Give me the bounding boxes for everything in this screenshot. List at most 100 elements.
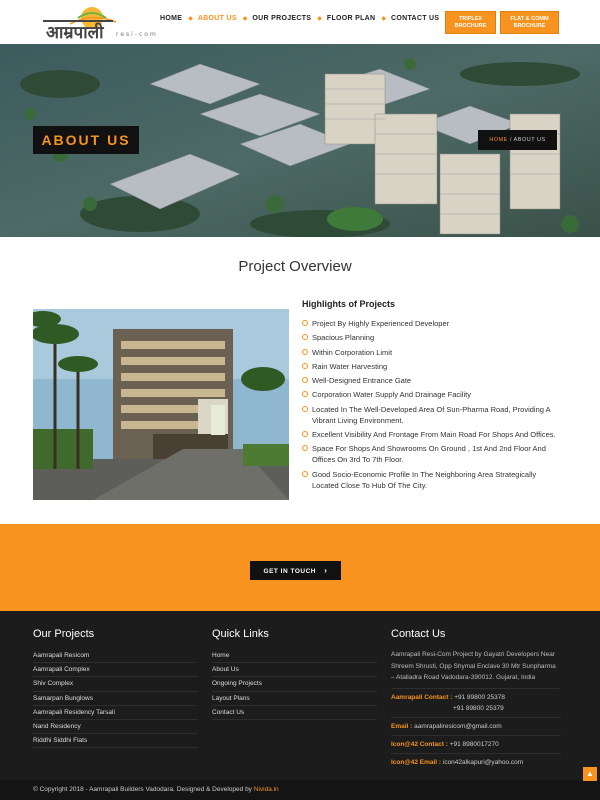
footer-project-link[interactable]: Nand Residency	[33, 720, 198, 735]
icon42-email-line: Icon@42 Email : icon42alkapuri@yahoo.com	[391, 754, 561, 771]
footer-project-link[interactable]: Aamrapali Residency Tarsali	[33, 706, 198, 720]
footer-quick-link[interactable]: Ongoing Projects	[212, 677, 377, 692]
list-item: Located In The Well-Developed Area Of Su…	[302, 404, 562, 426]
contact-label: Aamrapali Contact :	[391, 693, 453, 701]
list-item: Rain Water Harvesting	[302, 361, 562, 372]
project-building-image	[33, 309, 289, 500]
highlight-text: Corporation Water Supply And Drainage Fa…	[312, 390, 471, 400]
circle-bullet-icon	[302, 470, 308, 477]
footer-quick-link[interactable]: About Us	[212, 663, 377, 678]
list-item: Excellent Visibility And Frontage From M…	[302, 429, 562, 440]
brochure-line2: BROCHURE	[454, 23, 487, 29]
highlight-text: Space For Shops And Showrooms On Ground …	[312, 444, 546, 465]
nav-separator-icon: ◆	[242, 16, 248, 22]
footer-project-link[interactable]: Aamrapali Complex	[33, 663, 198, 678]
copyright-text: © Copyright 2018 - Aamrapali Builders Va…	[33, 786, 279, 793]
circle-bullet-icon	[302, 334, 308, 341]
footer-projects-title: Our Projects	[33, 628, 95, 640]
highlight-text: Within Corporation Limit	[312, 347, 393, 357]
footer-project-link[interactable]: Shiv Complex	[33, 677, 198, 692]
breadcrumb-current: ABOUT US	[513, 137, 546, 143]
get-in-touch-label: GET IN TOUCH	[263, 568, 316, 575]
icon42-email-label: Icon@42 Email :	[391, 758, 442, 766]
footer-project-link[interactable]: Riddhi Siddhi Flats	[33, 734, 198, 749]
nav-contact-us[interactable]: CONTACT US	[391, 15, 439, 22]
brochure-line2: BROCHURE	[513, 23, 546, 29]
get-in-touch-button[interactable]: GET IN TOUCH ›	[250, 561, 341, 580]
footer-project-link[interactable]: Aamrapali Resicom	[33, 649, 198, 664]
site-footer: Our Projects Aamrapali Resicom Aamrapali…	[0, 611, 600, 800]
circle-bullet-icon	[302, 405, 308, 412]
list-item: Within Corporation Limit	[302, 347, 562, 358]
nav-about-us[interactable]: ABOUT US	[198, 15, 237, 22]
footer-contact-title: Contact Us	[391, 628, 446, 640]
footer-links-title: Quick Links	[212, 628, 269, 640]
list-item: Well-Designed Entrance Gate	[302, 375, 562, 386]
footer-quick-link[interactable]: Home	[212, 649, 377, 664]
circle-bullet-icon	[302, 362, 308, 369]
phone-number[interactable]: +91 89800 25379	[453, 705, 504, 712]
icon42-contact-label: Icon@42 Contact :	[391, 740, 448, 748]
highlight-text: Project By Highly Experienced Developer	[312, 319, 450, 328]
list-item: Spacious Planning	[302, 332, 562, 343]
copyright-bar: © Copyright 2018 - Aamrapali Builders Va…	[0, 780, 600, 800]
brochure-line1: TRIPLEX	[458, 16, 483, 22]
chevron-up-icon: ▲	[586, 769, 594, 778]
footer-contact: Contact Us Aamrapali Resi-Com Project by…	[391, 628, 561, 771]
highlight-text: Excellent Visibility And Frontage From M…	[312, 430, 556, 440]
triplex-brochure-button[interactable]: TRIPLEX BROCHURE	[445, 11, 496, 34]
nav-home[interactable]: HOME	[160, 15, 182, 22]
building-photo	[33, 309, 289, 500]
copyright-label: © Copyright 2018 - Aamrapali Builders Va…	[33, 786, 252, 793]
list-item: Good Socio-Economic Profile In The Neigh…	[302, 469, 562, 491]
highlight-text: Well-Designed Entrance Gate	[312, 376, 412, 386]
circle-bullet-icon	[302, 320, 308, 326]
section-title: Project Overview	[238, 258, 352, 275]
nav-separator-icon: ◆	[188, 16, 193, 22]
footer-project-link[interactable]: Samarpan Bunglows	[33, 692, 198, 706]
email-address[interactable]: icon42alkapuri@yahoo.com	[443, 759, 523, 766]
main-nav: HOME ◆ ABOUT US ◆ OUR PROJECTS ◆ FLOOR P…	[160, 15, 439, 22]
contact-address: Aamrapali Resi-Com Project by Gayatri De…	[391, 649, 559, 689]
nav-floor-plan[interactable]: FLOOR PLAN	[327, 15, 376, 22]
logo-text: आम्रपाली	[46, 23, 104, 43]
site-logo[interactable]: आम्रपाली resi-com	[40, 4, 160, 43]
list-item: Project By Highly Experienced Developer	[302, 318, 562, 329]
highlights-list: Project By Highly Experienced Developer …	[302, 318, 562, 494]
highlight-text: Good Socio-Economic Profile In The Neigh…	[312, 469, 537, 490]
highlights-title: Highlights of Projects	[302, 299, 396, 309]
hero-banner: ABOUT US HOME / ABOUT US	[0, 44, 600, 237]
email-address[interactable]: aamrapaliresicom@gmail.com	[414, 723, 502, 730]
chevron-right-icon: ›	[324, 566, 328, 575]
footer-quick-link[interactable]: Layout Plans	[212, 692, 377, 706]
contact-email-line: Email : aamrapaliresicom@gmail.com	[391, 718, 561, 736]
circle-bullet-icon	[302, 445, 308, 452]
icon42-contact-line: Icon@42 Contact : +91 8980017270	[391, 736, 561, 754]
flat-comm-brochure-button[interactable]: FLAT & COMM BROCHURE	[500, 11, 559, 34]
list-item: Corporation Water Supply And Drainage Fa…	[302, 389, 562, 400]
page-title: ABOUT US	[33, 126, 139, 154]
highlight-text: Spacious Planning	[312, 333, 375, 343]
nav-our-projects[interactable]: OUR PROJECTS	[252, 15, 311, 22]
logo-subtitle: resi-com	[116, 31, 158, 38]
breadcrumb-separator: /	[509, 137, 512, 143]
footer-quick-link[interactable]: Contact Us	[212, 706, 377, 720]
phone-number[interactable]: +91 8980017270	[450, 741, 499, 748]
phone-number[interactable]: +91 89800 25378	[454, 694, 505, 701]
circle-bullet-icon	[302, 348, 308, 355]
developer-link[interactable]: Nivida.in	[254, 786, 279, 793]
email-label: Email :	[391, 722, 413, 730]
breadcrumb-home-link[interactable]: HOME	[489, 137, 508, 143]
footer-quick-links: Quick Links Home About Us Ongoing Projec…	[212, 628, 377, 720]
site-header: आम्रपाली resi-com HOME ◆ ABOUT US ◆ OUR …	[0, 0, 600, 44]
cta-band: GET IN TOUCH ›	[0, 524, 600, 611]
scroll-to-top-button[interactable]: ▲	[583, 767, 597, 781]
brochure-line1: FLAT & COMM	[510, 16, 549, 22]
nav-separator-icon: ◆	[381, 16, 387, 22]
contact-phone-line: Aamrapali Contact : +91 89800 25378 +91 …	[391, 689, 561, 718]
circle-bullet-icon	[302, 377, 308, 384]
highlight-text: Located In The Well-Developed Area Of Su…	[312, 404, 551, 425]
circle-bullet-icon	[302, 431, 308, 438]
nav-separator-icon: ◆	[317, 16, 322, 22]
list-item: Space For Shops And Showrooms On Ground …	[302, 443, 562, 465]
